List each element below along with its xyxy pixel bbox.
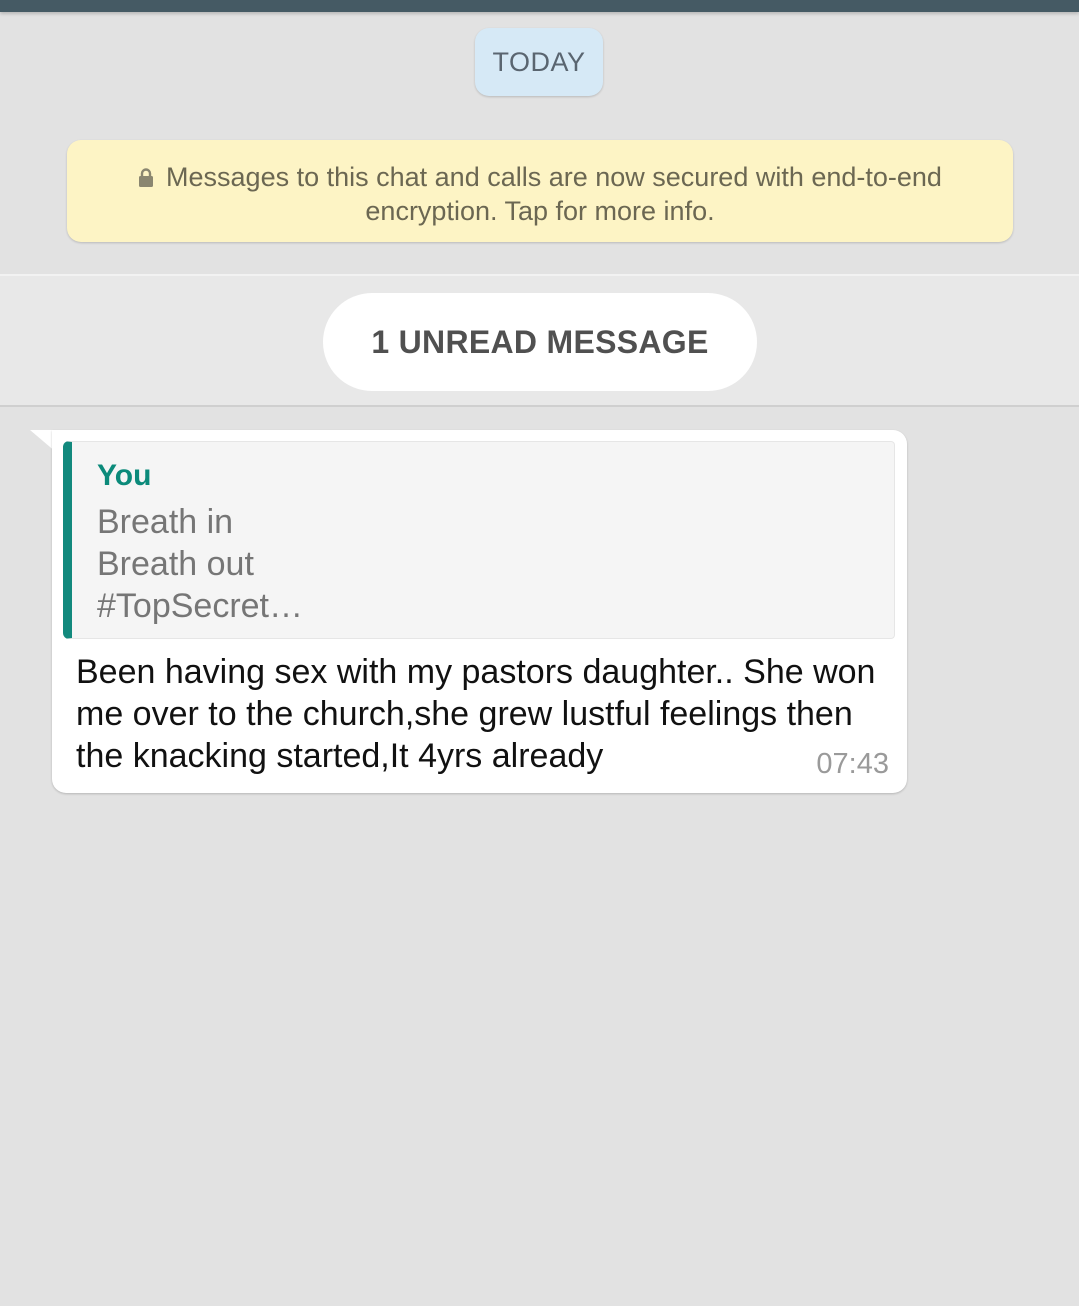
encryption-notice-line2: encryption. Tap for more info. [365,196,715,226]
lock-icon [138,168,154,188]
unread-messages-label: 1 UNREAD MESSAGE [323,293,757,391]
app-top-bar [0,0,1079,12]
message-timestamp: 07:43 [816,748,889,780]
quoted-author: You [97,459,152,492]
quoted-line: #TopSecret… [97,587,303,625]
encryption-notice[interactable]: Messages to this chat and calls are now … [67,140,1013,242]
encryption-notice-line1: Messages to this chat and calls are now … [166,162,942,192]
unread-messages-band: 1 UNREAD MESSAGE [0,274,1079,407]
quoted-line: Breath out [97,545,254,583]
date-divider-chip: TODAY [475,28,603,96]
quoted-line: Breath in [97,503,234,541]
message-text: Been having sex with my pastors daughter… [76,653,876,775]
quoted-message[interactable]: You Breath in Breath out #TopSecret… [63,441,895,639]
incoming-message-bubble[interactable]: You Breath in Breath out #TopSecret… Bee… [52,430,907,793]
